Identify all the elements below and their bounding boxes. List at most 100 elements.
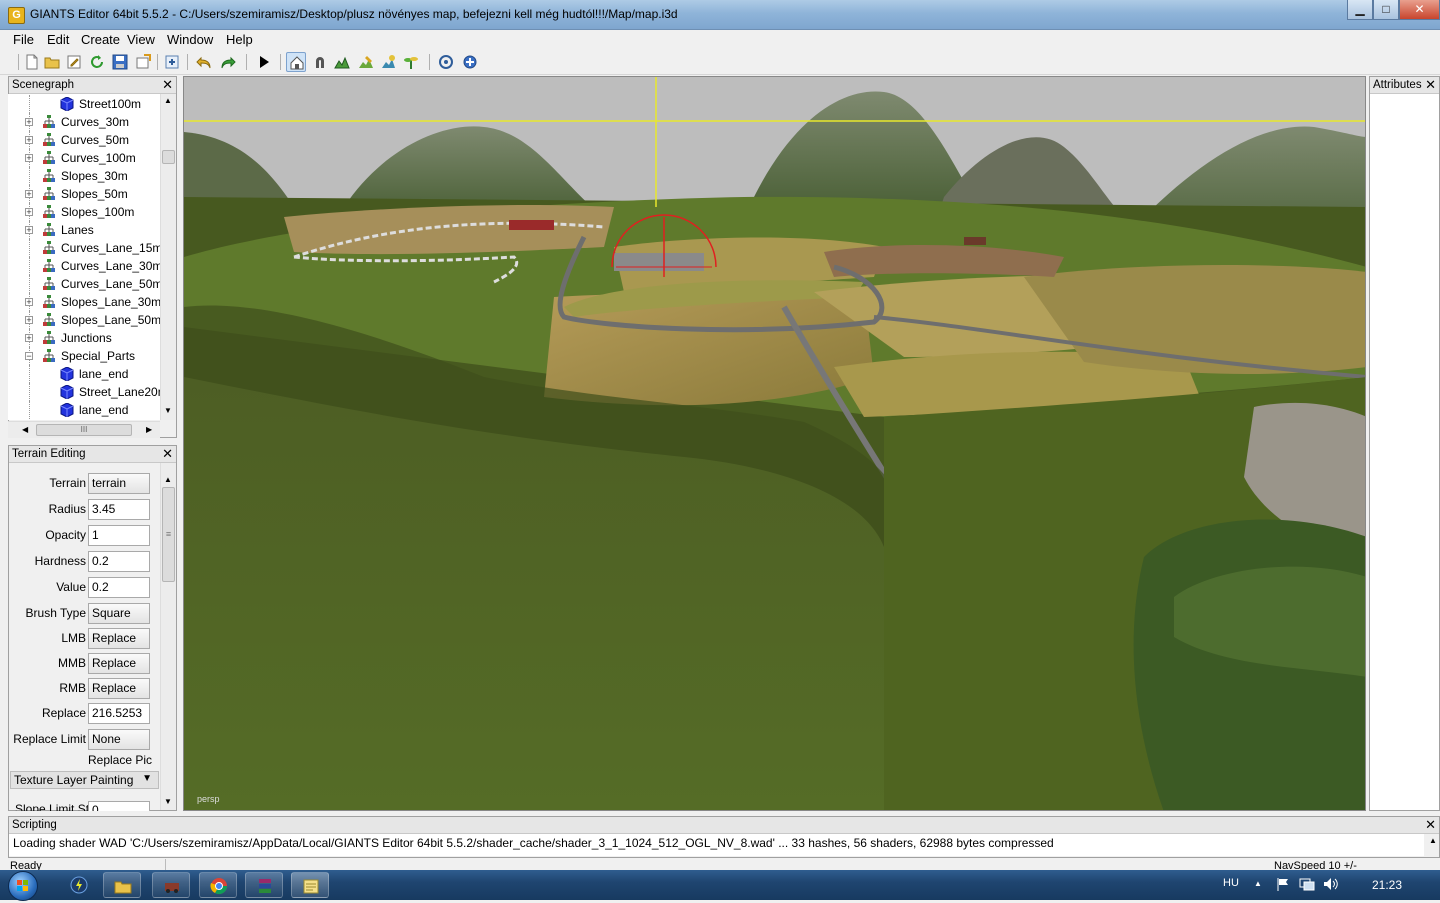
winamp-icon[interactable] <box>60 872 98 898</box>
tree-item[interactable]: + Slopes_Lane_50m <box>8 311 164 329</box>
edit-icon[interactable] <box>64 52 84 72</box>
section-collapse-arrow-icon[interactable]: ▼ <box>142 773 152 784</box>
terrain-dropdown[interactable]: terrain <box>88 473 150 494</box>
terrain-dropdown[interactable]: Square <box>88 603 150 624</box>
tree-item[interactable]: + Slopes_50m <box>8 185 164 203</box>
maximize-button[interactable]: □ <box>1373 0 1399 20</box>
terrain-dropdown[interactable]: Replace <box>88 628 150 649</box>
tree-expander-icon[interactable]: + <box>25 316 33 325</box>
tree-item[interactable]: Slopes_30m <box>8 167 164 185</box>
refresh-icon[interactable] <box>87 52 107 72</box>
tree-expander-icon[interactable]: + <box>25 190 33 199</box>
tray-arrow-icon[interactable]: ▲ <box>1254 879 1262 888</box>
tree-item[interactable]: + Curves_30m <box>8 113 164 131</box>
export-icon[interactable] <box>133 52 153 72</box>
menu-create[interactable]: Create <box>81 32 120 47</box>
tree-item[interactable]: + Curves_50m <box>8 131 164 149</box>
close-window-button[interactable]: ✕ <box>1399 0 1440 20</box>
tree-expander-icon[interactable]: + <box>25 208 33 217</box>
scenegraph-scroll-thumb[interactable] <box>162 150 175 164</box>
close-attributes-button[interactable]: ✕ <box>1425 77 1436 92</box>
close-scenegraph-button[interactable]: ✕ <box>162 77 173 92</box>
save-icon[interactable] <box>110 52 130 72</box>
start-orb-icon[interactable] <box>8 871 38 901</box>
replace-pick-button[interactable]: Replace Picl <box>88 753 152 767</box>
flag-icon[interactable] <box>1276 877 1290 894</box>
terrain-dropdown[interactable]: None <box>88 729 150 750</box>
scenegraph-tree[interactable]: Street100m + Curves_30m + Curves_50m + Curves_… <box>8 94 164 420</box>
menu-help[interactable]: Help <box>226 32 253 47</box>
notepad-icon[interactable] <box>291 872 329 898</box>
3d-viewport[interactable]: persp <box>183 76 1366 811</box>
play-icon[interactable] <box>254 52 274 72</box>
texture-layer-painting-section[interactable]: Texture Layer Painting ▼ <box>10 771 159 789</box>
minimize-button[interactable]: ▁ <box>1347 0 1373 20</box>
terrain-scroll-thumb[interactable]: ≡ <box>162 487 175 582</box>
scroll-left-arrow[interactable]: ◀ <box>22 425 28 434</box>
terrain-input[interactable]: 216.5253 <box>88 703 150 724</box>
explorer-icon[interactable] <box>103 872 141 898</box>
close-terrain-editing-button[interactable]: ✕ <box>162 446 173 461</box>
tree-item[interactable]: + Curves_100m <box>8 149 164 167</box>
tree-expander-icon[interactable]: + <box>25 298 33 307</box>
tree-expander-icon[interactable]: + <box>25 136 33 145</box>
scripting-log[interactable]: Loading shader WAD 'C:/Users/szemiramisz… <box>9 834 1424 856</box>
language-indicator[interactable]: HU <box>1223 877 1239 889</box>
tree-item[interactable]: lane_end <box>8 365 164 383</box>
redo-icon[interactable] <box>218 52 238 72</box>
network-icon[interactable] <box>1299 877 1315 894</box>
tree-item[interactable]: lane_end <box>8 401 164 419</box>
tree-item[interactable]: Curves_Lane_30m <box>8 257 164 275</box>
menu-edit[interactable]: Edit <box>47 32 69 47</box>
scenegraph-hscroll-thumb[interactable]: III <box>36 424 132 436</box>
winrar-icon[interactable] <box>245 872 283 898</box>
scroll-right-arrow[interactable]: ▶ <box>146 425 152 434</box>
select-tool-icon[interactable] <box>286 52 306 72</box>
tree-item[interactable]: + Junctions <box>8 329 164 347</box>
terrain-input[interactable]: 3.45 <box>88 499 150 520</box>
tree-item[interactable]: + Lanes <box>8 221 164 239</box>
tree-item[interactable]: + Slopes_100m <box>8 203 164 221</box>
tree-item[interactable]: Curves_Lane_50m <box>8 275 164 293</box>
menu-view[interactable]: View <box>127 32 155 47</box>
tree-expander-icon[interactable]: + <box>25 154 33 163</box>
clock-time[interactable]: 21:23 <box>1372 878 1402 892</box>
tree-expander-icon[interactable]: + <box>25 118 33 127</box>
scenegraph-horizontal-scrollbar[interactable]: ◀ III ▶ <box>8 421 160 438</box>
tree-expander-icon[interactable]: + <box>25 334 33 343</box>
magnet-icon[interactable] <box>310 52 330 72</box>
terrain-dropdown[interactable]: Replace <box>88 653 150 674</box>
tree-item[interactable]: + Slopes_Lane_30m <box>8 293 164 311</box>
rotate-tool-icon[interactable] <box>460 52 480 72</box>
tree-item[interactable]: Street_Lane20n <box>8 383 164 401</box>
volume-icon[interactable] <box>1323 877 1339 894</box>
open-icon[interactable] <box>42 52 62 72</box>
window-titlebar[interactable]: G GIANTS Editor 64bit 5.5.2 - C:/Users/s… <box>0 0 1440 30</box>
scripting-scroll-up-arrow[interactable]: ▲ <box>1429 836 1437 845</box>
undo-icon[interactable] <box>194 52 214 72</box>
new-icon[interactable] <box>22 52 42 72</box>
terrain-input[interactable]: 0.2 <box>88 551 150 572</box>
tree-item[interactable]: Street100m <box>8 95 164 113</box>
scroll-down-arrow[interactable]: ▼ <box>164 797 172 806</box>
close-scripting-button[interactable]: ✕ <box>1425 817 1436 832</box>
terrain-input[interactable]: 0.2 <box>88 577 150 598</box>
scroll-down-arrow[interactable]: ▼ <box>164 406 172 415</box>
tree-expander-icon[interactable]: − <box>25 352 33 361</box>
menu-file[interactable]: File <box>13 32 34 47</box>
slope-limit-start-field[interactable]: 0 <box>88 801 150 811</box>
move-tool-icon[interactable] <box>436 52 456 72</box>
tree-item[interactable]: − Special_Parts <box>8 347 164 365</box>
terrain-editing-scrollbar[interactable]: ▲ ≡ ▼ <box>160 463 176 810</box>
terrain-input[interactable]: 1 <box>88 525 150 546</box>
tree-item[interactable]: Curves_Lane_15m <box>8 239 164 257</box>
tree-expander-icon[interactable]: + <box>25 226 33 235</box>
chrome-icon[interactable] <box>199 872 237 898</box>
scroll-up-arrow[interactable]: ▲ <box>164 96 172 105</box>
terrain-dropdown[interactable]: Replace <box>88 678 150 699</box>
menu-window[interactable]: Window <box>167 32 213 47</box>
terrain-paint-icon[interactable] <box>356 52 376 72</box>
foliage-paint-icon[interactable] <box>378 52 398 72</box>
plant-icon[interactable] <box>401 52 421 72</box>
terrain-sculpt-icon[interactable] <box>332 52 352 72</box>
